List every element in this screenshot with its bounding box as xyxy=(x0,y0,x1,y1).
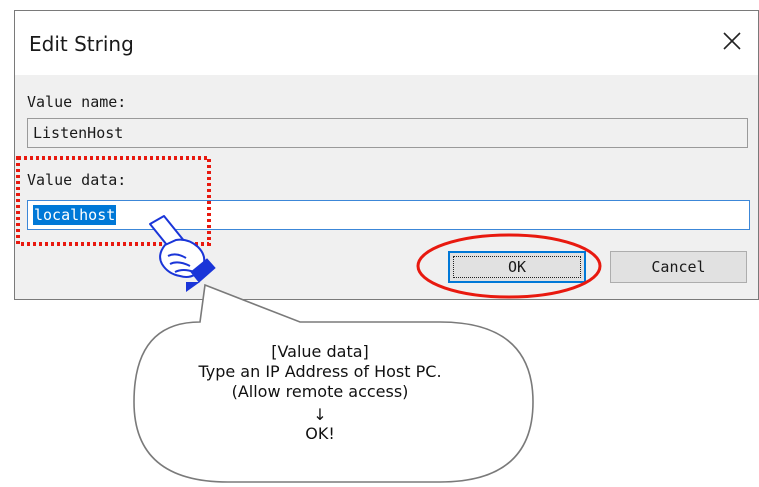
value-data-label: Value data: xyxy=(27,171,127,189)
callout-text: [Value data] Type an IP Address of Host … xyxy=(170,342,470,444)
close-icon[interactable] xyxy=(712,21,752,61)
dialog-title: Edit String xyxy=(29,32,134,56)
value-name-field: ListenHost xyxy=(27,118,748,148)
dialog-titlebar: Edit String xyxy=(15,11,758,75)
down-arrow-icon: ↓ xyxy=(313,405,327,424)
callout-line-3: OK! xyxy=(305,424,335,443)
edit-string-dialog: Edit String Value name: ListenHost Value… xyxy=(14,10,759,300)
callout-line-1: Type an IP Address of Host PC. xyxy=(198,362,442,381)
value-name-label: Value name: xyxy=(27,93,127,111)
screenshot-stage: Edit String Value name: ListenHost Value… xyxy=(0,0,759,487)
callout-line-2: (Allow remote access) xyxy=(231,382,409,401)
callout-heading: [Value data] xyxy=(271,342,369,361)
ok-button-label: OK xyxy=(507,258,527,276)
cancel-button[interactable]: Cancel xyxy=(610,251,747,283)
value-name-text: ListenHost xyxy=(33,124,124,142)
value-data-selected-text: localhost xyxy=(33,205,117,225)
value-data-input[interactable]: localhost xyxy=(27,200,750,230)
cancel-button-label: Cancel xyxy=(651,258,706,276)
ok-button[interactable]: OK xyxy=(448,251,586,283)
